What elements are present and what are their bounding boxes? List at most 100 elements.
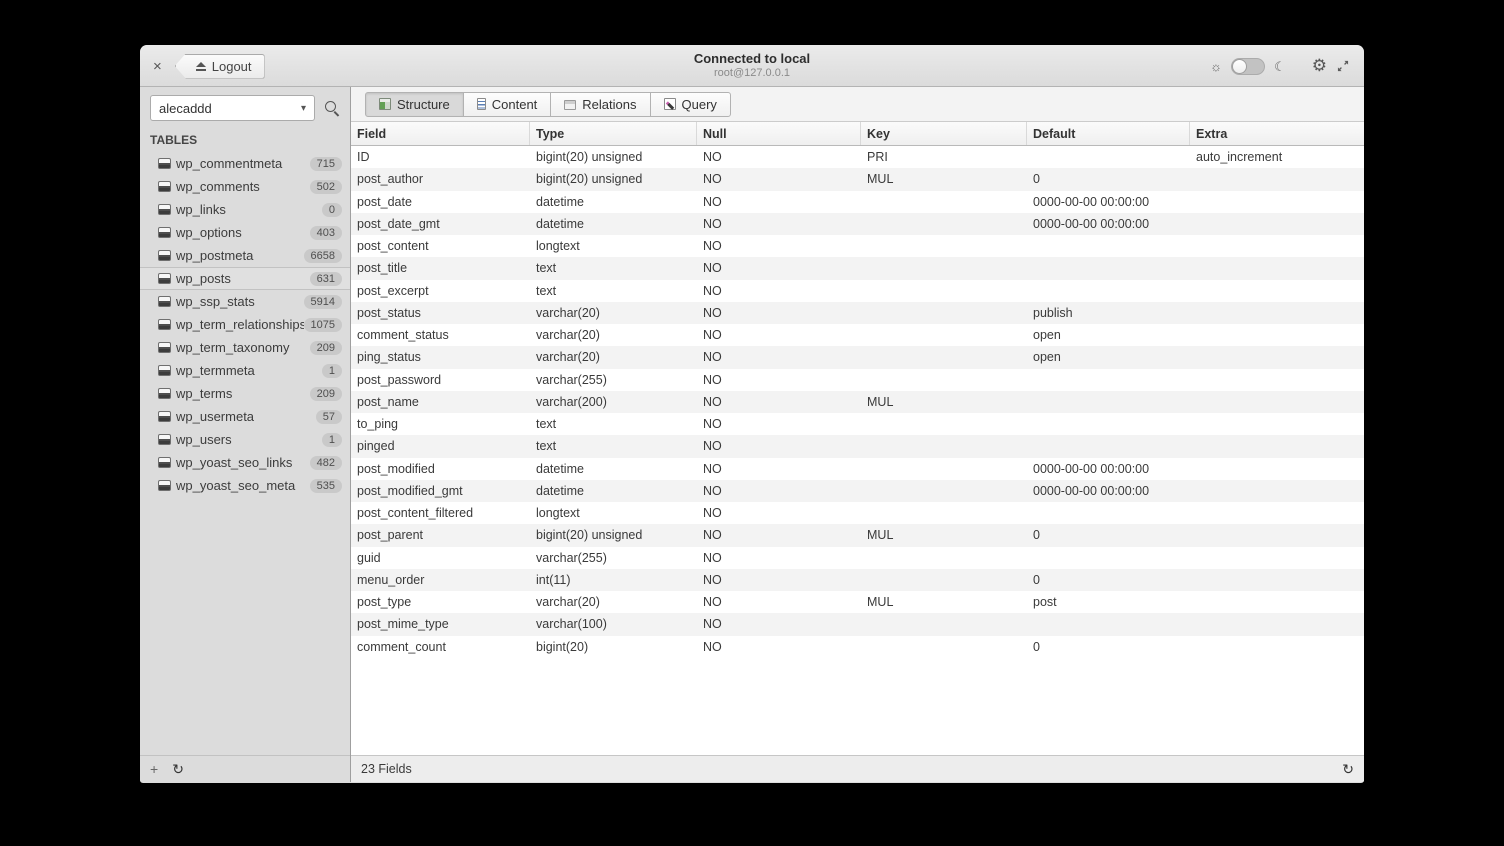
row-count-badge: 535: [309, 478, 342, 493]
cell: [1190, 257, 1364, 279]
cell: MUL: [867, 394, 894, 409]
cell: ID: [357, 150, 370, 165]
field-row-post_title[interactable]: post_title text NO: [351, 257, 1364, 280]
cell: post_name: [357, 394, 419, 409]
search-tables-button[interactable]: [322, 98, 342, 118]
field-row-post_content[interactable]: post_content longtext NO: [351, 235, 1364, 257]
field-row-post_password[interactable]: post_password varchar(255) NO: [351, 369, 1364, 391]
cell: [1027, 613, 1190, 635]
theme-toggle[interactable]: [1231, 57, 1266, 75]
logout-button[interactable]: Logout: [174, 53, 265, 79]
tab-query[interactable]: Query: [649, 91, 731, 117]
cell: [1190, 168, 1364, 190]
cell: NO: [703, 350, 722, 365]
sidebar-item-wp_ssp_stats[interactable]: wp_ssp_stats 5914: [140, 290, 350, 313]
sidebar-item-wp_commentmeta[interactable]: wp_commentmeta 715: [140, 152, 350, 175]
field-row-comment_count[interactable]: comment_count bigint(20) NO 0: [351, 636, 1364, 658]
refresh-tables-button[interactable]: ↻: [172, 762, 184, 776]
field-row-post_status[interactable]: post_status varchar(20) NO publish: [351, 301, 1364, 324]
column-header-type[interactable]: Type: [530, 122, 697, 145]
field-row-comment_status[interactable]: comment_status varchar(20) NO open: [351, 324, 1364, 346]
refresh-structure-button[interactable]: ↻: [1342, 762, 1354, 776]
tab-structure[interactable]: Structure: [365, 91, 464, 117]
field-row-post_date_gmt[interactable]: post_date_gmt datetime NO 0000-00-00 00:00:…: [351, 212, 1364, 235]
table-icon: [158, 250, 171, 261]
field-row-ping_status[interactable]: ping_status varchar(20) NO open: [351, 346, 1364, 369]
sidebar-item-wp_users[interactable]: wp_users 1: [140, 428, 350, 451]
cell: datetime: [536, 194, 584, 209]
cell: 0: [1033, 572, 1040, 587]
field-row-post_author[interactable]: post_author bigint(20) unsigned NO MUL 0: [351, 168, 1364, 191]
sidebar-item-wp_posts[interactable]: wp_posts 631: [140, 267, 350, 290]
add-button[interactable]: +: [150, 762, 158, 776]
table-icon: [158, 434, 171, 445]
cell: [861, 502, 1027, 524]
field-row-post_modified[interactable]: post_modified datetime NO 0000-00-00 00:00:…: [351, 458, 1364, 480]
cell: post_type: [357, 595, 412, 610]
field-row-menu_order[interactable]: menu_order int(11) NO 0: [351, 568, 1364, 591]
cell: ping_status: [357, 350, 421, 365]
field-row-guid[interactable]: guid varchar(255) NO: [351, 547, 1364, 569]
cell: datetime: [536, 483, 584, 498]
column-header-key[interactable]: Key: [861, 122, 1027, 145]
column-header-extra[interactable]: Extra: [1190, 122, 1364, 145]
sidebar-item-wp_yoast_seo_links[interactable]: wp_yoast_seo_links 482: [140, 451, 350, 474]
cell: 0000-00-00 00:00:00: [1033, 216, 1150, 231]
cell: [861, 547, 1027, 569]
sidebar-item-wp_yoast_seo_meta[interactable]: wp_yoast_seo_meta 535: [140, 474, 350, 497]
field-row-post_type[interactable]: post_type varchar(20) NO MUL post: [351, 591, 1364, 613]
sidebar-item-wp_termmeta[interactable]: wp_termmeta 1: [140, 359, 350, 382]
close-window-button[interactable]: ×: [150, 59, 165, 74]
column-header-null[interactable]: Null: [697, 122, 861, 145]
column-header-default[interactable]: Default: [1027, 122, 1190, 145]
cell: bigint(20) unsigned: [536, 150, 643, 165]
sidebar-item-wp_comments[interactable]: wp_comments 502: [140, 175, 350, 198]
field-row-post_mime_type[interactable]: post_mime_type varchar(100) NO: [351, 613, 1364, 636]
cell: [1190, 235, 1364, 257]
sidebar-item-wp_terms[interactable]: wp_terms 209: [140, 382, 350, 405]
field-row-ID[interactable]: ID bigint(20) unsigned NO PRI auto_increment: [351, 146, 1364, 168]
connection-subtitle: root@127.0.0.1: [713, 67, 790, 79]
cell: text: [536, 261, 557, 276]
tab-content[interactable]: Content: [462, 91, 552, 117]
cell: [861, 235, 1027, 257]
field-row-post_date[interactable]: post_date datetime NO 0000-00-00 00:00:00: [351, 191, 1364, 213]
cell: to_ping: [357, 417, 399, 432]
table-icon: [158, 204, 171, 215]
field-row-post_modified_gmt[interactable]: post_modified_gmt datetime NO 0000-00-00 00…: [351, 479, 1364, 502]
sidebar-item-wp_options[interactable]: wp_options 403: [140, 221, 350, 244]
sidebar-item-wp_links[interactable]: wp_links 0: [140, 198, 350, 221]
field-row-pinged[interactable]: pinged text NO: [351, 435, 1364, 458]
database-selector[interactable]: alecaddd ▾: [150, 95, 315, 121]
table-name: wp_users: [176, 432, 232, 447]
cell: NO: [703, 572, 722, 587]
cell: NO: [703, 439, 722, 454]
field-row-post_content_filtered[interactable]: post_content_filtered longtext NO: [351, 502, 1364, 524]
sidebar-item-wp_term_relationships[interactable]: wp_term_relationships 1075: [140, 313, 350, 336]
table-icon: [158, 273, 171, 284]
column-header-field[interactable]: Field: [351, 122, 530, 145]
cell: NO: [703, 639, 722, 654]
table-name: wp_posts: [176, 271, 231, 286]
sidebar-item-wp_postmeta[interactable]: wp_postmeta 6658: [140, 244, 350, 267]
main-panel: Structure Content Relations Query Field Type…: [351, 87, 1364, 782]
field-row-post_excerpt[interactable]: post_excerpt text NO: [351, 280, 1364, 302]
cell: open: [1033, 350, 1061, 365]
table-icon: [158, 365, 171, 376]
settings-button[interactable]: ⚙: [1312, 56, 1327, 76]
cell: [1190, 524, 1364, 546]
field-row-to_ping[interactable]: to_ping text NO: [351, 413, 1364, 435]
table-icon: [158, 480, 171, 491]
structure-icon: [379, 98, 391, 110]
cell: NO: [703, 150, 722, 165]
sidebar-item-wp_term_taxonomy[interactable]: wp_term_taxonomy 209: [140, 336, 350, 359]
cell: longtext: [536, 506, 580, 521]
plus-icon: +: [150, 761, 159, 777]
tab-relations[interactable]: Relations: [550, 91, 651, 117]
cell: text: [536, 417, 557, 432]
sidebar-item-wp_usermeta[interactable]: wp_usermeta 57: [140, 405, 350, 428]
field-row-post_parent[interactable]: post_parent bigint(20) unsigned NO MUL 0: [351, 524, 1364, 547]
fullscreen-button[interactable]: [1336, 59, 1350, 73]
cell: varchar(100): [536, 617, 607, 632]
field-row-post_name[interactable]: post_name varchar(200) NO MUL: [351, 390, 1364, 413]
